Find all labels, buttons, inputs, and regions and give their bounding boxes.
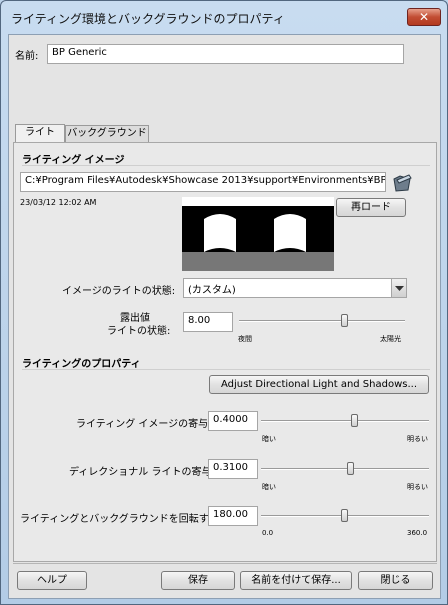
window-title: ライティング環境とバックグラウンドのプロパティ: [11, 12, 285, 26]
tab-background[interactable]: バックグラウンド: [65, 125, 149, 143]
exposure-slider-thumb[interactable]: [341, 314, 348, 327]
rotate-label: ライティングとバックグラウンドを回転する:: [20, 514, 223, 525]
window-close-button[interactable]: ✕: [407, 8, 441, 26]
image-contribution-input[interactable]: 0.4000: [208, 411, 258, 431]
tab-light[interactable]: ライト: [15, 124, 65, 143]
exposure-value-input[interactable]: 8.00: [183, 312, 233, 332]
lighting-image-preview: [182, 197, 334, 271]
section-divider: [22, 369, 430, 370]
directional-contribution-input[interactable]: 0.3100: [208, 459, 258, 479]
exposure-min-label: 夜間: [238, 335, 252, 343]
footer-divider: [13, 563, 437, 564]
adjust-directional-light-button[interactable]: Adjust Directional Light and Shadows...: [209, 375, 429, 394]
lighting-properties-title: ライティングのプロパティ: [22, 359, 141, 370]
help-button[interactable]: ヘルプ: [17, 571, 87, 590]
rotate-min-label: 0.0: [262, 529, 274, 537]
section-divider: [22, 165, 430, 166]
chevron-down-icon[interactable]: [391, 279, 406, 297]
rotate-input[interactable]: 180.00: [208, 506, 258, 526]
image-timestamp: 23/03/12 12:02 AM: [20, 198, 97, 207]
dialog-window: ライティング環境とバックグラウンドのプロパティ ✕ 名前: BP Generic…: [0, 0, 448, 605]
image-light-state-label: イメージのライトの状態:: [62, 286, 176, 297]
image-contribution-slider-thumb[interactable]: [351, 414, 358, 427]
directional-contribution-min-label: 暗い: [262, 483, 276, 491]
save-button[interactable]: 保存: [161, 571, 235, 590]
directional-contribution-slider-thumb[interactable]: [347, 462, 354, 475]
image-contribution-slider-track[interactable]: [261, 420, 429, 422]
directional-contribution-max-label: 明るい: [407, 483, 428, 491]
image-light-state-select[interactable]: (カスタム): [183, 278, 407, 298]
image-contribution-max-label: 明るい: [407, 435, 428, 443]
title-bar[interactable]: ライティング環境とバックグラウンドのプロパティ ✕: [1, 1, 447, 35]
directional-contribution-slider-track[interactable]: [261, 468, 429, 470]
lighting-image-title: ライティング イメージ: [22, 155, 125, 166]
name-label: 名前:: [15, 51, 39, 62]
image-contribution-label: ライティング イメージの寄与:: [76, 419, 212, 430]
exposure-label-line2: ライトの状態:: [107, 326, 171, 337]
exposure-slider-track[interactable]: [239, 320, 405, 322]
dialog-client-area: 名前: BP Generic ライト バックグラウンド ライティング イメージ …: [8, 34, 441, 599]
close-button[interactable]: 閉じる: [358, 571, 433, 590]
folder-browse-icon[interactable]: [391, 171, 413, 193]
directional-contribution-label: ディレクショナル ライトの寄与:: [69, 467, 215, 478]
image-contribution-min-label: 暗い: [262, 435, 276, 443]
rotate-max-label: 360.0: [407, 529, 428, 537]
exposure-max-label: 太陽光: [380, 335, 401, 343]
save-as-button[interactable]: 名前を付けて保存...: [240, 571, 352, 590]
image-path-field[interactable]: C:¥Program Files¥Autodesk¥Showcase 2013¥…: [20, 172, 386, 192]
rotate-slider-thumb[interactable]: [341, 509, 348, 522]
image-light-state-value: (カスタム): [188, 285, 236, 296]
light-tab-panel: ライティング イメージ C:¥Program Files¥Autodesk¥Sh…: [13, 142, 437, 562]
reload-button[interactable]: 再ロード: [336, 198, 406, 217]
name-input[interactable]: BP Generic: [47, 44, 404, 64]
